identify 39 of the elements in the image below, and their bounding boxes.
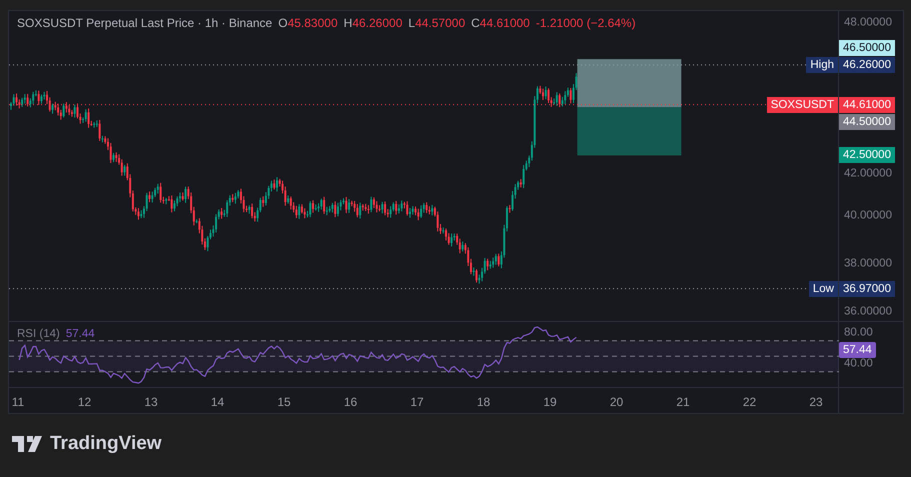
indicator-name: RSI (14) xyxy=(17,327,60,342)
price-label: 44.61000 xyxy=(839,96,895,113)
time-label: 19 xyxy=(543,394,557,411)
ohlc-value: H46.26000 xyxy=(344,15,402,32)
time-label: 21 xyxy=(676,394,690,411)
price-line-label: High xyxy=(806,56,838,73)
axis-label: 36.00000 xyxy=(844,304,892,320)
axis-label: 40.00 xyxy=(844,356,873,372)
price-label: 42.50000 xyxy=(839,147,895,164)
axis-label: 40.00000 xyxy=(844,208,892,224)
axis-label: 42.00000 xyxy=(844,166,892,181)
price-label: 36.97000 xyxy=(839,280,895,297)
axis-label: 38.00000 xyxy=(844,256,892,272)
ohlc-value: O45.83000 xyxy=(278,15,338,32)
time-label: 20 xyxy=(610,394,624,411)
time-label: 22 xyxy=(742,394,756,411)
time-label: 17 xyxy=(410,394,424,411)
price-line-label: SOXSUSDT xyxy=(766,96,838,113)
price-label: 46.50000 xyxy=(839,40,895,56)
indicator-value: 57.44 xyxy=(66,327,95,342)
rsi-value-label: 57.44 xyxy=(839,342,876,358)
axis-label: 48.00000 xyxy=(844,15,892,30)
time-label: 15 xyxy=(277,394,291,411)
price-label: 46.26000 xyxy=(839,56,895,73)
ohlc-value: C44.61000 xyxy=(471,15,530,32)
time-label: 16 xyxy=(344,394,358,411)
time-label: 14 xyxy=(210,394,224,411)
time-label: 12 xyxy=(78,394,92,411)
price-line-label: Low xyxy=(808,280,838,297)
price-change: -1.21000 (−2.64%) xyxy=(536,15,636,32)
time-label: 23 xyxy=(809,394,823,411)
time-label: 13 xyxy=(144,394,158,411)
brand-name: TradingView xyxy=(50,432,162,456)
time-label: 11 xyxy=(12,394,24,411)
chart-title: SOXSUSDT Perpetual Last Price · 1h · Binance xyxy=(17,15,272,32)
time-label: 18 xyxy=(476,394,490,411)
axis-label: 80.00 xyxy=(844,325,873,340)
ohlc-value: L44.57000 xyxy=(408,15,466,32)
price-label: 44.50000 xyxy=(839,114,895,130)
